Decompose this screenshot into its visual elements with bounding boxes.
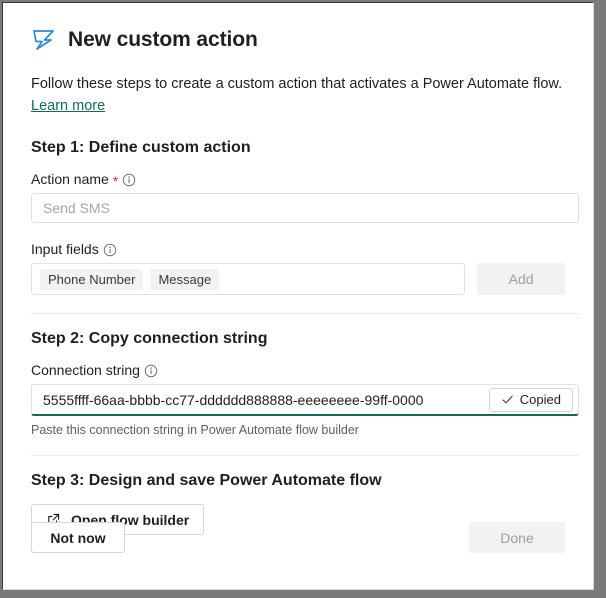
not-now-button[interactable]: Not now bbox=[31, 522, 125, 553]
check-icon bbox=[502, 395, 513, 404]
action-name-input[interactable] bbox=[31, 193, 579, 223]
copied-label: Copied bbox=[519, 392, 561, 407]
action-name-label-row: Action name * bbox=[31, 171, 565, 189]
input-fields-label-row: Input fields bbox=[31, 241, 565, 257]
done-button[interactable]: Done bbox=[469, 522, 565, 553]
step-2-heading: Step 2: Copy connection string bbox=[31, 330, 268, 347]
input-fields-row: Phone Number Message Add bbox=[31, 263, 565, 295]
input-field-chip[interactable]: Message bbox=[150, 268, 220, 290]
copy-connection-string-button[interactable]: Copied bbox=[488, 387, 573, 412]
dialog-footer: Not now Done bbox=[31, 522, 565, 553]
connection-string-hint: Paste this connection string in Power Au… bbox=[31, 423, 359, 437]
connection-string-value: 5555ffff-66aa-bbbb-cc77-dddddd888888-eee… bbox=[43, 391, 424, 408]
section-divider bbox=[31, 313, 579, 314]
add-input-field-button[interactable]: Add bbox=[477, 263, 565, 295]
connection-string-field[interactable]: 5555ffff-66aa-bbbb-cc77-dddddd888888-eee… bbox=[31, 384, 579, 416]
learn-more-link[interactable]: Learn more bbox=[31, 98, 105, 114]
description-text: Follow these steps to create a custom ac… bbox=[31, 76, 563, 92]
section-divider bbox=[31, 455, 579, 456]
connection-string-label-row: Connection string bbox=[31, 362, 565, 378]
info-icon[interactable] bbox=[122, 173, 136, 187]
required-asterisk: * bbox=[112, 173, 119, 189]
new-custom-action-dialog: New custom action Follow these steps to … bbox=[2, 2, 594, 590]
input-fields-tag-box[interactable]: Phone Number Message bbox=[31, 263, 466, 295]
info-icon[interactable] bbox=[144, 364, 158, 378]
step-1-heading: Step 1: Define custom action bbox=[31, 139, 251, 156]
dialog-header: New custom action bbox=[31, 27, 565, 53]
page-title: New custom action bbox=[68, 28, 258, 51]
info-icon[interactable] bbox=[103, 243, 117, 257]
input-field-chip[interactable]: Phone Number bbox=[40, 268, 144, 290]
step-3-heading: Step 3: Design and save Power Automate f… bbox=[31, 472, 382, 489]
action-name-label: Action name bbox=[31, 171, 109, 187]
dialog-description: Follow these steps to create a custom ac… bbox=[31, 73, 565, 117]
input-fields-label: Input fields bbox=[31, 241, 99, 257]
connection-string-label: Connection string bbox=[31, 362, 140, 378]
power-automate-flow-icon bbox=[33, 30, 54, 50]
